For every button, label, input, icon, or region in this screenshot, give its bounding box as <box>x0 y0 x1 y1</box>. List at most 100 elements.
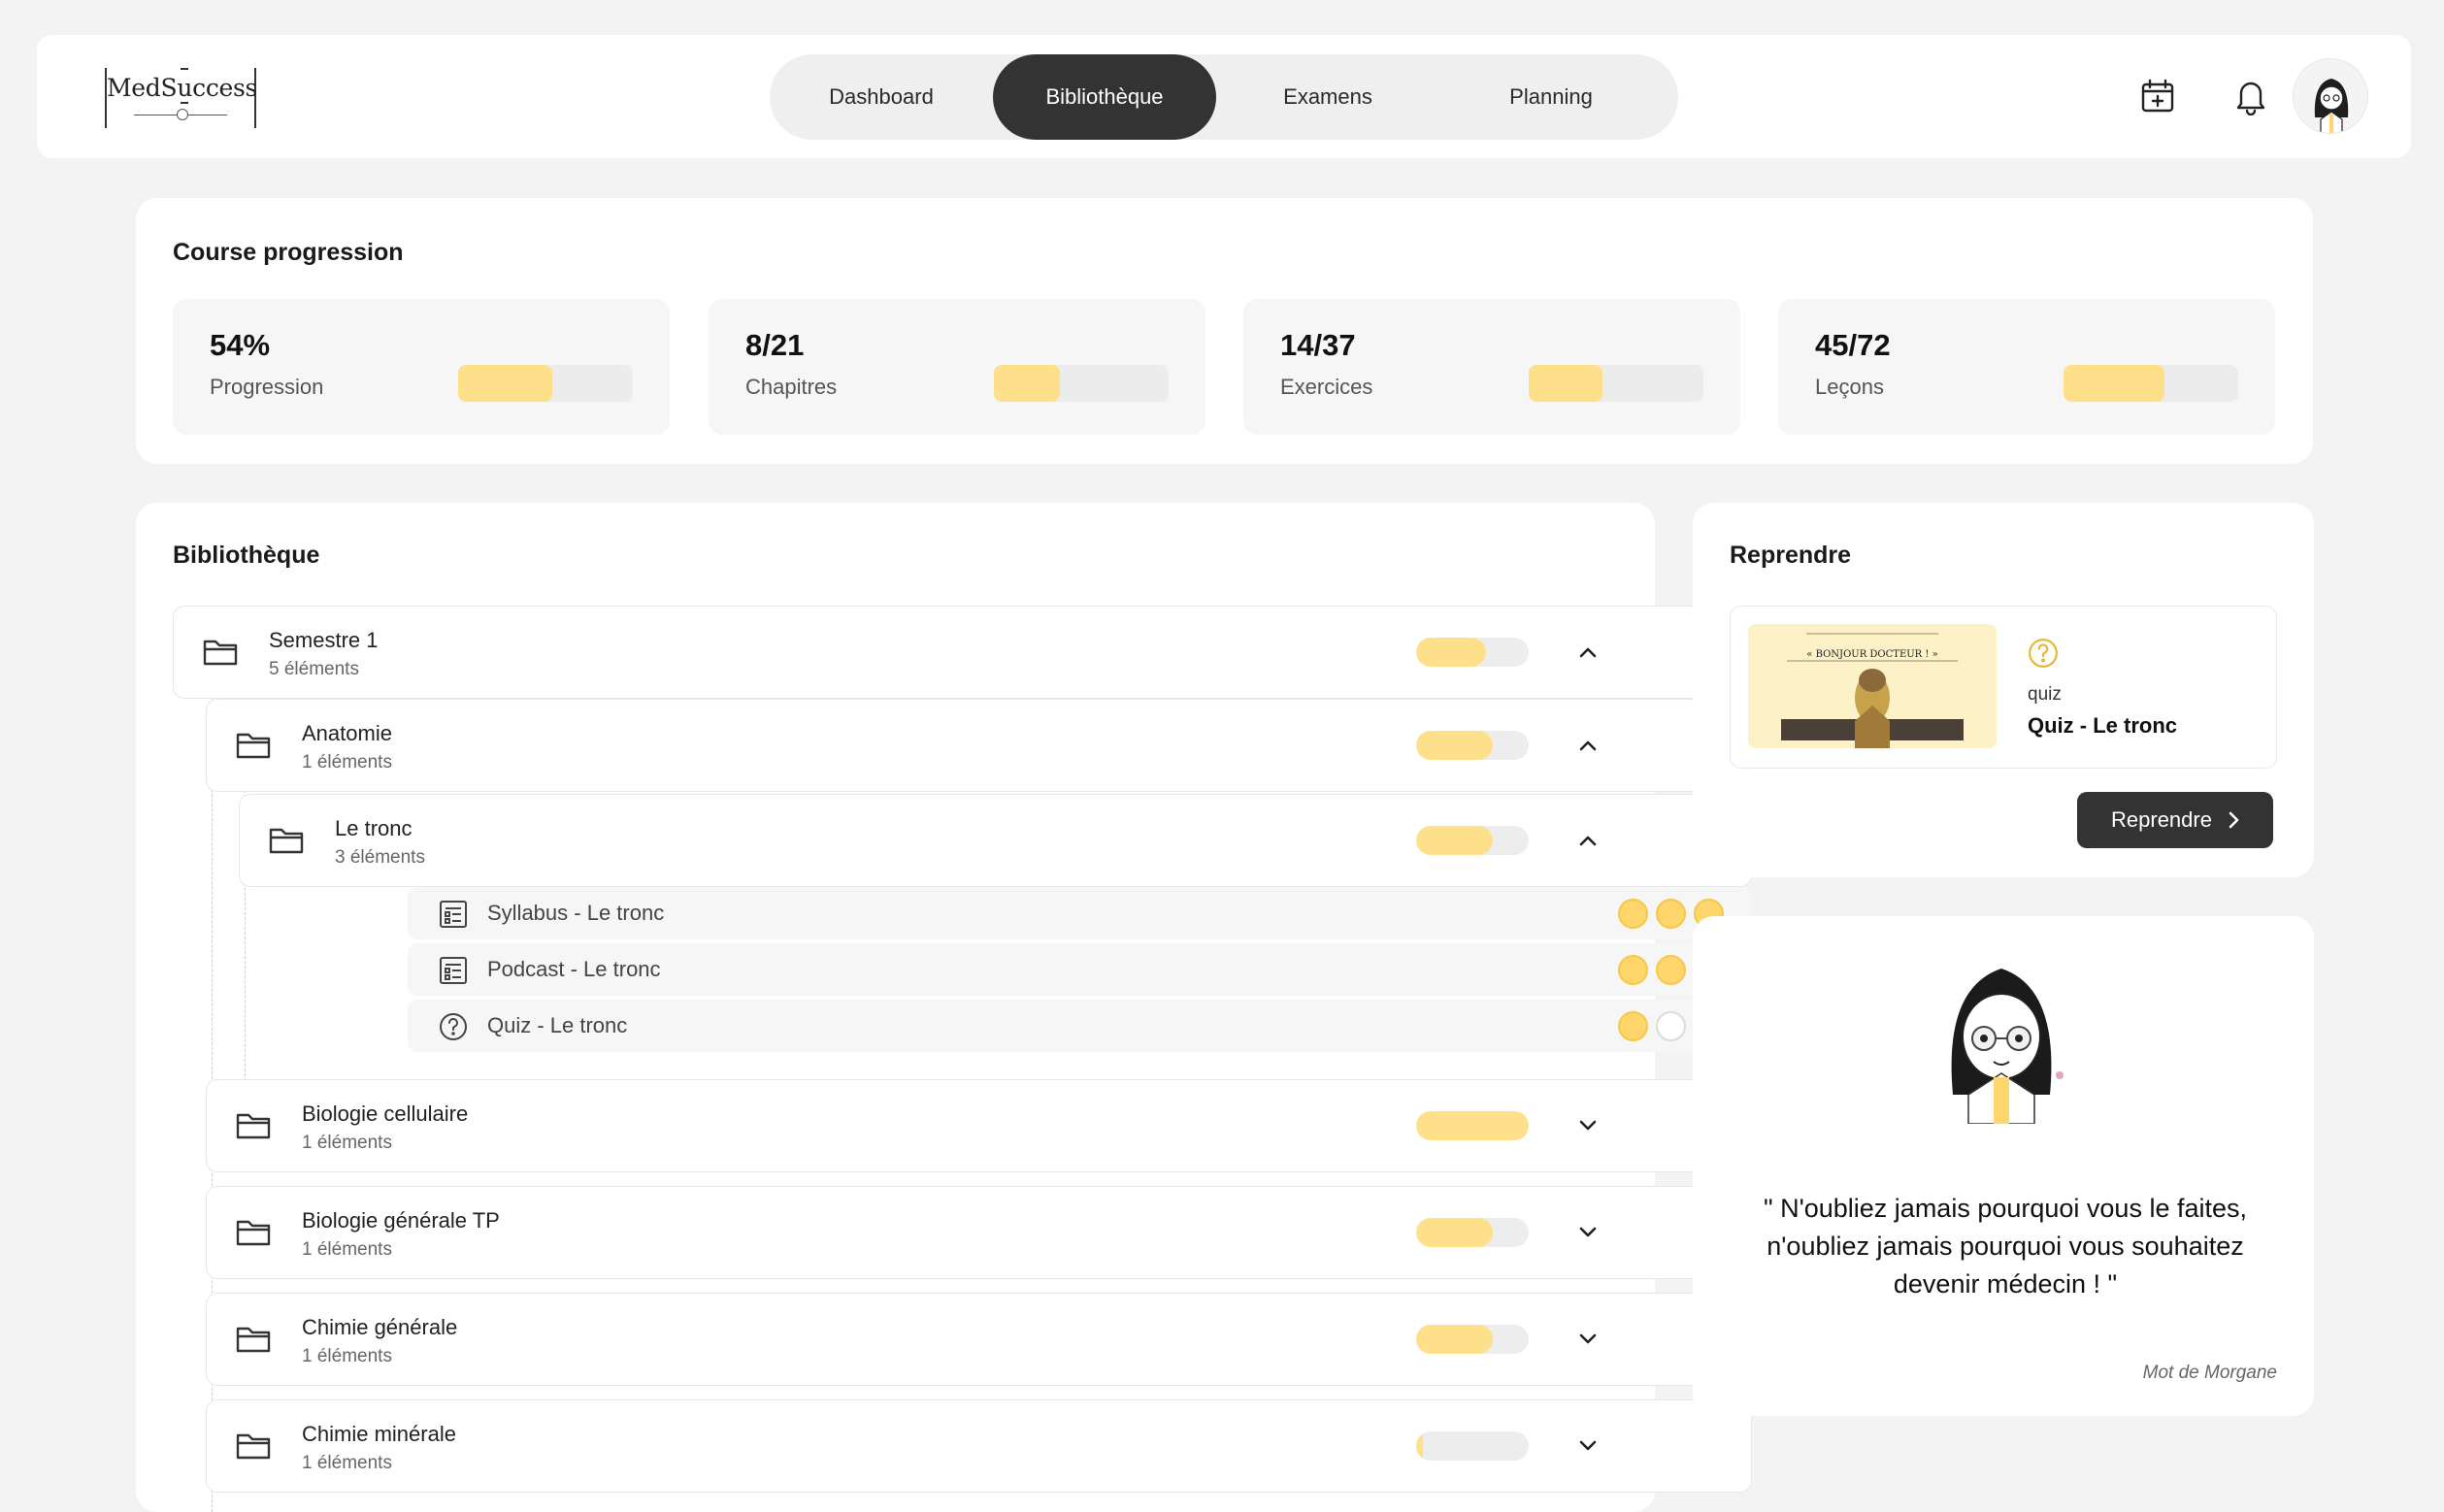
folder-icon <box>236 731 271 765</box>
folder-name: Biologie cellulaire <box>302 1101 469 1126</box>
doctor-illustration <box>1914 949 2089 1125</box>
progress-fill <box>458 365 553 402</box>
folder-progress-bar <box>1416 1111 1529 1140</box>
progression-card: Course progression 54% Progression 8/21 … <box>136 198 2313 464</box>
folder-chimie-minerale[interactable]: Chimie minérale 1 éléments <box>206 1399 1752 1493</box>
progress-bar <box>994 365 1169 402</box>
library-card: Bibliothèque Semestre 1 5 éléments Anato… <box>136 503 1752 1512</box>
folder-chimie-generale[interactable]: Chimie générale 1 éléments <box>206 1293 1752 1386</box>
resume-type: quiz <box>2028 684 2062 705</box>
stat-label: Chapitres <box>745 375 838 399</box>
folder-icon <box>236 1431 271 1465</box>
item-syllabus[interactable]: Syllabus - Le tronc <box>408 887 1751 939</box>
progress-fill <box>1416 1325 1493 1354</box>
stat-label: Exercices <box>1280 375 1373 399</box>
logo[interactable]: MedSuccess <box>105 68 257 128</box>
chevron-up-icon[interactable] <box>1573 826 1602 855</box>
folder-progress-bar <box>1416 731 1529 760</box>
chevron-down-icon[interactable] <box>1573 1218 1602 1247</box>
resume-item[interactable]: « BONJOUR DOCTEUR ! » quiz Quiz - Le tro… <box>1730 606 2277 769</box>
folder-count: 1 éléments <box>302 752 392 772</box>
stat-value: 14/37 <box>1280 328 1356 362</box>
progress-fill <box>1416 731 1493 760</box>
completion-dot-filled <box>1656 899 1686 929</box>
stat-value: 8/21 <box>745 328 805 362</box>
thumbnail-caption: « BONJOUR DOCTEUR ! » <box>1806 649 1938 660</box>
resume-title: Reprendre <box>1730 542 1852 569</box>
folder-semestre-1[interactable]: Semestre 1 5 éléments <box>173 606 1752 699</box>
nav-dashboard[interactable]: Dashboard <box>770 54 993 140</box>
resume-name: Quiz - Le tronc <box>2028 713 2177 738</box>
folder-name: Chimie minérale <box>302 1422 456 1446</box>
stat-progression: 54% Progression <box>173 299 670 435</box>
folder-progress-bar <box>1416 1325 1529 1354</box>
folder-icon <box>236 1325 271 1359</box>
nav-examens[interactable]: Examens <box>1216 54 1439 140</box>
progress-fill <box>994 365 1061 402</box>
top-bar: MedSuccess Dashboard Bibliothèque Examen… <box>37 35 2411 158</box>
calendar-add-icon[interactable] <box>2135 74 2180 118</box>
resume-button-label: Reprendre <box>2111 807 2212 832</box>
chevron-down-icon[interactable] <box>1573 1111 1602 1140</box>
document-icon <box>439 900 468 934</box>
completion-dot-filled <box>1618 899 1648 929</box>
folder-count: 3 éléments <box>335 847 425 868</box>
progress-bar <box>2064 365 2238 402</box>
motivation-card: " N'oubliez jamais pourquoi vous le fait… <box>1693 916 2314 1416</box>
item-name: Quiz - Le tronc <box>487 1013 628 1037</box>
item-quiz[interactable]: Quiz - Le tronc <box>408 1000 1751 1052</box>
chevron-down-icon[interactable] <box>1573 1431 1602 1461</box>
resume-card: Reprendre « BONJOUR DOCTEUR ! » quiz Qui… <box>1693 503 2314 877</box>
progress-fill <box>1416 826 1493 855</box>
motivation-quote: " N'oubliez jamais pourquoi vous le fait… <box>1764 1194 2247 1298</box>
folder-le-tronc[interactable]: Le tronc 3 éléments <box>239 794 1752 887</box>
resume-button[interactable]: Reprendre <box>2077 792 2273 848</box>
progress-fill <box>1416 1111 1529 1140</box>
stat-value: 54% <box>210 328 271 362</box>
folder-count: 1 éléments <box>302 1239 392 1260</box>
logo-emblem <box>177 109 188 120</box>
folder-icon <box>269 826 304 860</box>
folder-icon <box>236 1111 271 1145</box>
folder-name: Semestre 1 <box>269 628 379 652</box>
chevron-up-icon[interactable] <box>1573 638 1602 667</box>
chevron-down-icon[interactable] <box>1573 1325 1602 1354</box>
folder-biologie-cellulaire[interactable]: Biologie cellulaire 1 éléments <box>206 1079 1752 1172</box>
stat-value: 45/72 <box>1815 328 1891 362</box>
completion-dot-empty <box>1656 1011 1686 1041</box>
progress-fill <box>1416 1431 1423 1461</box>
folder-count: 1 éléments <box>302 1133 392 1153</box>
bell-icon[interactable] <box>2229 74 2273 118</box>
stat-lecons: 45/72 Leçons <box>1778 299 2275 435</box>
nav-bibliotheque[interactable]: Bibliothèque <box>993 54 1216 140</box>
item-podcast[interactable]: Podcast - Le tronc <box>408 943 1751 996</box>
progress-bar <box>1529 365 1703 402</box>
folder-count: 1 éléments <box>302 1346 392 1366</box>
folder-biologie-generale-tp[interactable]: Biologie générale TP 1 éléments <box>206 1186 1752 1279</box>
item-name: Podcast - Le tronc <box>487 957 661 981</box>
folder-name: Anatomie <box>302 721 392 745</box>
completion-dot-filled <box>1656 955 1686 985</box>
folder-count: 1 éléments <box>302 1453 392 1473</box>
folder-anatomie[interactable]: Anatomie 1 éléments <box>206 699 1752 792</box>
question-icon <box>439 1012 468 1046</box>
progress-bar <box>458 365 633 402</box>
completion-dot-filled <box>1618 1011 1648 1041</box>
folder-icon <box>203 638 238 672</box>
quiz-thumbnail: « BONJOUR DOCTEUR ! » <box>1748 624 1997 748</box>
stat-label: Leçons <box>1815 375 1884 399</box>
completion-dot-filled <box>1618 955 1648 985</box>
avatar[interactable] <box>2293 58 2368 134</box>
folder-count: 5 éléments <box>269 659 359 679</box>
nav-planning[interactable]: Planning <box>1439 54 1663 140</box>
folder-icon <box>236 1218 271 1252</box>
stat-chapitres: 8/21 Chapitres <box>709 299 1205 435</box>
chevron-up-icon[interactable] <box>1573 731 1602 760</box>
stat-exercices: 14/37 Exercices <box>1243 299 1740 435</box>
progress-fill <box>1416 638 1486 667</box>
document-icon <box>439 956 468 990</box>
folder-progress-bar <box>1416 638 1529 667</box>
stat-label: Progression <box>210 375 324 399</box>
quote-author: Mot de Morgane <box>2142 1363 2277 1383</box>
library-title: Bibliothèque <box>173 542 320 569</box>
